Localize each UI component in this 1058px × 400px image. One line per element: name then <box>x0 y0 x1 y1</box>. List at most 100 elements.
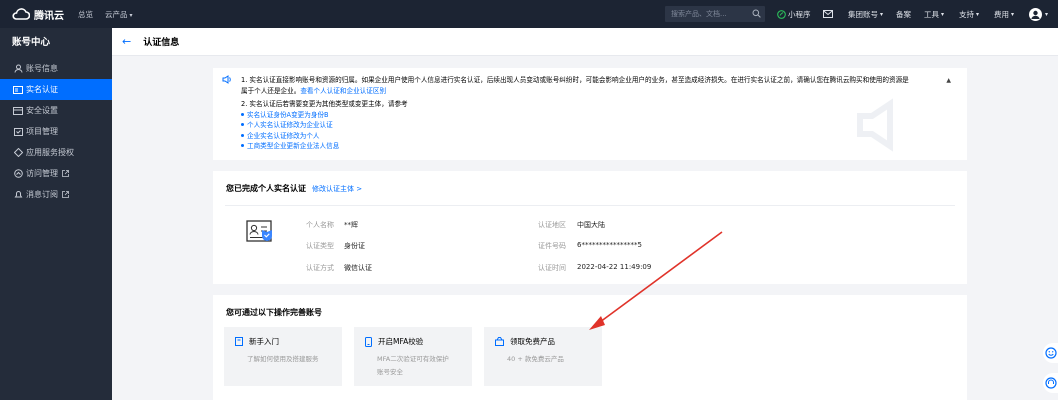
customer-service-button[interactable] <box>1043 373 1058 393</box>
help-link[interactable]: 实名认证身份A变更为身份B <box>247 111 329 119</box>
auth-info-card: 您已完成个人实名认证 修改认证主体 > 个人名称 **辉 认证类型 身份证 认证方… <box>213 171 967 284</box>
support-label: 支持 <box>959 9 974 19</box>
speaker-icon <box>222 75 231 84</box>
miniprogram-link[interactable]: 小程序 <box>777 0 811 28</box>
help-link[interactable]: 个人实名认证修改为企业认证 <box>247 121 333 129</box>
sidebar-item-access[interactable]: 访问管理 <box>0 163 112 184</box>
cloud-icon <box>12 8 30 20</box>
miniprogram-icon <box>777 9 786 19</box>
improve-account-card: 您可通过以下操作完善账号 新手入门 了解如何使用及搭建服务 开启MFA校验 MF… <box>213 295 967 400</box>
notice-panel: ▲ 1. 实名认证直接影响账号和资源的归属。如果企业用户使用个人信息进行实名认证… <box>213 68 967 160</box>
bullet-icon <box>241 112 244 116</box>
sidebar-item-label: 访问管理 <box>26 169 58 178</box>
top-bar: 腾讯云 总览 云产品 ▾ 搜索产品、文档... 小程序 集团账号 ▾ 备案 工具 ▾ … <box>0 0 1058 28</box>
external-link-icon <box>62 191 69 198</box>
sidebar-item-account-info[interactable]: 账号信息 <box>0 58 112 79</box>
speaker-watermark-icon <box>857 98 893 152</box>
page-header: ← 认证信息 <box>112 28 1058 56</box>
bell-icon <box>12 190 24 199</box>
chevron-down-icon: ▾ <box>941 10 945 18</box>
access-icon <box>12 169 24 178</box>
tile-title: 新手入门 <box>249 337 279 346</box>
notice-line-1: 1. 实名认证直接影响账号和资源的归属。如果企业用户使用个人信息进行实名认证，后… <box>241 75 957 86</box>
group-account-label: 集团账号 <box>848 9 878 19</box>
tile-getting-started[interactable]: 新手入门 了解如何使用及搭建服务 <box>224 327 342 386</box>
avatar[interactable]: ▾ <box>1029 0 1048 28</box>
notice-link-item: 企业实名认证修改为个人 <box>241 131 957 142</box>
nav-products-label: 云产品 <box>105 9 128 19</box>
tile-title: 领取免费产品 <box>510 337 555 346</box>
tile-title: 开启MFA校验 <box>378 337 424 346</box>
fees-label: 费用 <box>994 9 1009 19</box>
tile-desc: MFA二次验证可有效保护 <box>377 355 449 363</box>
feedback-smile-button[interactable] <box>1043 343 1058 363</box>
sidebar-title: 账号中心 <box>12 37 51 48</box>
phone-icon <box>365 336 372 347</box>
notice-link-item: 实名认证身份A变更为身份B <box>241 110 957 121</box>
auth-time-value: 2022-04-22 11:49:09 <box>577 263 652 271</box>
tile-desc: 了解如何使用及搭建服务 <box>247 355 319 363</box>
search-input[interactable]: 搜索产品、文档... <box>665 6 765 22</box>
external-link-icon <box>62 170 69 177</box>
region-value: 中国大陆 <box>577 221 605 229</box>
fees-menu[interactable]: 费用 ▾ <box>994 0 1014 28</box>
user-icon <box>12 64 24 73</box>
sidebar-item-label: 安全设置 <box>26 106 58 115</box>
group-account-menu[interactable]: 集团账号 ▾ <box>848 0 883 28</box>
name-label: 个人名称 <box>306 221 334 229</box>
notice-line-1b: 属于个人还是企业。查看个人认证和企业认证区别 <box>241 86 957 97</box>
sidebar-item-real-name[interactable]: 实名认证 <box>0 79 112 100</box>
sidebar: 账号中心 账号信息 实名认证 安全设置 项目管理 应用服务授权 访问管理 消息订… <box>0 28 112 400</box>
type-label: 认证类型 <box>306 242 334 250</box>
headset-icon <box>1044 377 1057 389</box>
book-icon <box>235 337 243 346</box>
sidebar-item-label: 账号信息 <box>26 64 58 73</box>
divider <box>225 205 955 206</box>
name-value: **辉 <box>344 221 358 229</box>
notice-text: 1. 实名认证直接影响账号和资源的归属。如果企业用户使用个人信息进行实名认证，后… <box>241 76 909 84</box>
id-card-icon <box>12 85 24 94</box>
page-title: 认证信息 <box>143 38 180 48</box>
back-arrow-icon[interactable]: ← <box>122 35 131 48</box>
auth-time-label: 认证时间 <box>538 264 566 272</box>
miniprogram-label: 小程序 <box>788 9 811 19</box>
brand-logo[interactable]: 腾讯云 <box>12 7 66 22</box>
sidebar-item-app-auth[interactable]: 应用服务授权 <box>0 142 112 163</box>
shield-icon <box>12 106 24 115</box>
chevron-down-icon: ▾ <box>1011 10 1015 18</box>
tile-mfa[interactable]: 开启MFA校验 MFA二次验证可有效保护 账号安全 <box>354 327 472 386</box>
main-content: ← 认证信息 ▲ 1. 实名认证直接影响账号和资源的归属。如果企业用户使用个人信… <box>112 28 1058 400</box>
support-menu[interactable]: 支持 ▾ <box>959 0 979 28</box>
sidebar-item-projects[interactable]: 项目管理 <box>0 121 112 142</box>
nav-overview[interactable]: 总览 <box>78 9 93 20</box>
method-label: 认证方式 <box>306 264 334 272</box>
sidebar-item-security[interactable]: 安全设置 <box>0 100 112 121</box>
mail-icon[interactable] <box>823 0 833 28</box>
help-link[interactable]: 企业实名认证修改为个人 <box>247 132 320 140</box>
tools-menu[interactable]: 工具 ▾ <box>924 0 944 28</box>
chevron-down-icon: ▾ <box>976 10 980 18</box>
notice-link-item: 个人实名认证修改为企业认证 <box>241 120 957 131</box>
help-link[interactable]: 工商类型企业更新企业法人信息 <box>247 142 339 150</box>
chevron-down-icon: ▾ <box>1045 10 1049 18</box>
notice-link-item: 工商类型企业更新企业法人信息 <box>241 141 957 152</box>
method-value: 微信认证 <box>344 264 372 272</box>
region-label: 认证地区 <box>538 221 566 229</box>
compare-link[interactable]: 查看个人认证和企业认证区别 <box>300 87 386 95</box>
sidebar-item-messages[interactable]: 消息订阅 <box>0 184 112 205</box>
auth-heading-text: 您已完成个人实名认证 <box>226 184 306 193</box>
bullet-icon <box>241 133 244 137</box>
notice-text: 属于个人还是企业。 <box>241 86 301 95</box>
type-value: 身份证 <box>344 242 365 250</box>
record-link[interactable]: 备案 <box>896 0 911 28</box>
modify-subject-link[interactable]: 修改认证主体 > <box>312 185 362 193</box>
collapse-icon[interactable]: ▲ <box>946 76 951 87</box>
search-icon <box>752 9 761 18</box>
nav-products[interactable]: 云产品 ▾ <box>105 9 133 20</box>
doc-number-value: 6****************5 <box>577 241 642 249</box>
bullet-icon <box>241 144 244 147</box>
tile-desc: 40 + 款免费云产品 <box>507 355 564 363</box>
tile-free-products[interactable]: 领取免费产品 40 + 款免费云产品 <box>484 327 602 386</box>
gift-icon <box>495 337 504 346</box>
sidebar-item-label: 应用服务授权 <box>26 148 74 157</box>
